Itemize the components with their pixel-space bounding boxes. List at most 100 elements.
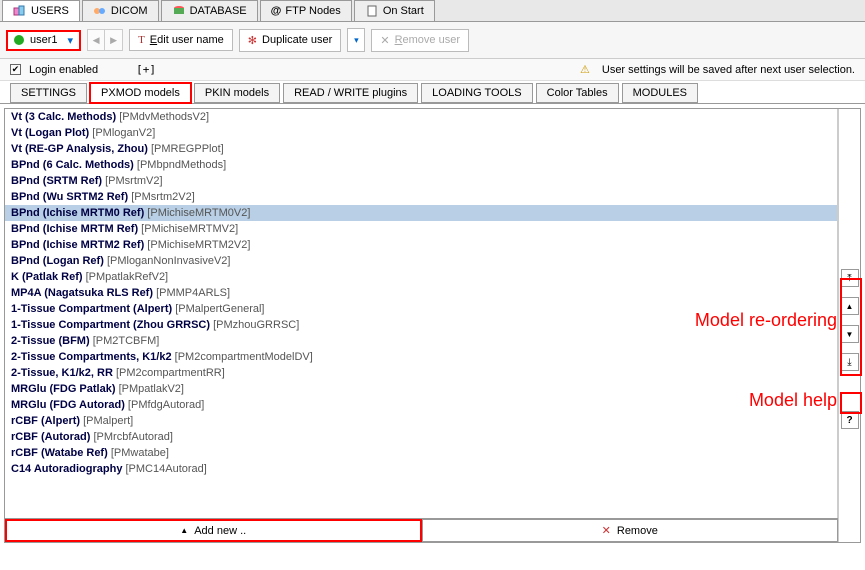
model-code: [PM2compartmentRR] — [116, 367, 225, 379]
model-name: 2-Tissue, K1/k2, RR — [11, 367, 116, 379]
add-new-button[interactable]: ▲ Add new .. — [5, 519, 422, 542]
model-row[interactable]: BPnd (Logan Ref) [PMloganNonInvasiveV2] — [5, 253, 837, 269]
tab-users-label: USERS — [31, 5, 69, 17]
move-top-button[interactable]: ⤒ — [841, 269, 859, 287]
edit-user-name-button[interactable]: T Edit user name — [129, 29, 233, 51]
model-row[interactable]: BPnd (Ichise MRTM Ref) [PMichiseMRTMV2] — [5, 221, 837, 237]
duplicate-user-label: Duplicate user — [262, 34, 332, 46]
model-name: 1-Tissue Compartment (Alpert) — [11, 303, 175, 315]
model-name: BPnd (Ichise MRTM2 Ref) — [11, 239, 147, 251]
model-row[interactable]: BPnd (SRTM Ref) [PMsrtmV2] — [5, 173, 837, 189]
model-row[interactable]: MP4A (Nagatsuka RLS Ref) [PMMP4ARLS] — [5, 285, 837, 301]
subtab-color-tables[interactable]: Color Tables — [536, 83, 619, 103]
model-code: [PMREGPPlot] — [151, 143, 224, 155]
model-row[interactable]: Vt (Logan Plot) [PMloganV2] — [5, 125, 837, 141]
move-bottom-button[interactable]: ⤓ — [841, 353, 859, 371]
subtab-pxmod-models[interactable]: PXMOD models — [90, 83, 191, 103]
tab-database[interactable]: DATABASE — [161, 0, 258, 21]
help-button[interactable]: ? — [841, 411, 859, 429]
model-code: [PMwatabe] — [111, 447, 169, 459]
user-label: user1 — [30, 34, 58, 46]
database-icon — [172, 5, 186, 17]
model-row[interactable]: BPnd (6 Calc. Methods) [PMbpndMethods] — [5, 157, 837, 173]
model-name: Vt (Logan Plot) — [11, 127, 92, 139]
model-code: [PMzhouGRRSC] — [213, 319, 299, 331]
model-code: [PMbpndMethods] — [137, 159, 226, 171]
model-row[interactable]: 2-Tissue Compartments, K1/k2 [PM2compart… — [5, 349, 837, 365]
model-code: [PMpatlakRefV2] — [86, 271, 169, 283]
model-row[interactable]: 1-Tissue Compartment (Alpert) [PMalpertG… — [5, 301, 837, 317]
remove-label: Remove — [617, 525, 658, 537]
model-name: 1-Tissue Compartment (Zhou GRRSC) — [11, 319, 213, 331]
model-row[interactable]: rCBF (Alpert) [PMalpert] — [5, 413, 837, 429]
user-selector[interactable]: user1 ▾ — [6, 30, 81, 51]
model-code: [PMfdgAutorad] — [128, 399, 204, 411]
model-name: rCBF (Autorad) — [11, 431, 94, 443]
model-name: BPnd (Ichise MRTM Ref) — [11, 223, 141, 235]
model-row[interactable]: Vt (3 Calc. Methods) [PMdvMethodsV2] — [5, 109, 837, 125]
duplicate-dropdown[interactable]: ▾ — [347, 28, 365, 52]
warning-message: User settings will be saved after next u… — [602, 64, 855, 76]
model-row[interactable]: 1-Tissue Compartment (Zhou GRRSC) [PMzho… — [5, 317, 837, 333]
model-code: [PMdvMethodsV2] — [119, 111, 209, 123]
subtab-loading-tools[interactable]: LOADING TOOLS — [421, 83, 532, 103]
user-status-dot — [14, 35, 24, 45]
subtab-readwrite-plugins[interactable]: READ / WRITE plugins — [283, 83, 418, 103]
nav-arrows: ◀ ▶ — [87, 29, 123, 51]
model-name: rCBF (Watabe Ref) — [11, 447, 111, 459]
model-row[interactable]: 2-Tissue, K1/k2, RR [PM2compartmentRR] — [5, 365, 837, 381]
model-code: [PMsrtmV2] — [105, 175, 162, 187]
model-row[interactable]: BPnd (Wu SRTM2 Ref) [PMsrtm2V2] — [5, 189, 837, 205]
remove-user-button[interactable]: ✕ Remove user — [371, 29, 469, 52]
expand-button[interactable]: [+] — [136, 63, 156, 76]
model-row[interactable]: Vt (RE-GP Analysis, Zhou) [PMREGPPlot] — [5, 141, 837, 157]
tab-users[interactable]: USERS — [2, 0, 80, 21]
move-up-button[interactable]: ▲ — [841, 297, 859, 315]
model-row[interactable]: C14 Autoradiography [PMC14Autorad] — [5, 461, 837, 477]
subtab-modules[interactable]: MODULES — [622, 83, 698, 103]
main-tabs-bar: USERS DICOM DATABASE @ FTP Nodes On Star… — [0, 0, 865, 22]
prev-user-button[interactable]: ◀ — [87, 29, 105, 51]
model-name: 2-Tissue Compartments, K1/k2 — [11, 351, 175, 363]
duplicate-user-button[interactable]: ✻ Duplicate user — [239, 29, 342, 52]
tab-database-label: DATABASE — [190, 5, 247, 17]
subtab-settings[interactable]: SETTINGS — [10, 83, 87, 103]
login-enabled-checkbox[interactable]: ✔ — [10, 64, 21, 75]
sparkle-icon: ✻ — [248, 34, 257, 47]
model-row[interactable]: MRGlu (FDG Patlak) [PMpatlakV2] — [5, 381, 837, 397]
model-code: [PM2TCBFM] — [93, 335, 160, 347]
dicom-icon — [93, 5, 107, 17]
model-row[interactable]: rCBF (Autorad) [PMrcbfAutorad] — [5, 429, 837, 445]
model-row[interactable]: rCBF (Watabe Ref) [PMwatabe] — [5, 445, 837, 461]
model-row[interactable]: BPnd (Ichise MRTM0 Ref) [PMichiseMRTM0V2… — [5, 205, 837, 221]
model-name: MRGlu (FDG Patlak) — [11, 383, 119, 395]
model-code: [PMloganV2] — [92, 127, 155, 139]
tab-dicom[interactable]: DICOM — [82, 0, 159, 21]
model-code: [PM2compartmentModelDV] — [175, 351, 313, 363]
tab-onstart-label: On Start — [383, 5, 424, 17]
tab-onstart[interactable]: On Start — [354, 0, 435, 21]
login-enabled-label: Login enabled — [29, 64, 98, 76]
model-code: [PMC14Autorad] — [126, 463, 207, 475]
model-code: [PMalpertGeneral] — [175, 303, 264, 315]
remove-button[interactable]: ✕ Remove — [422, 519, 839, 542]
tab-ftp-label: FTP Nodes — [285, 5, 340, 17]
model-name: C14 Autoradiography — [11, 463, 126, 475]
move-down-button[interactable]: ▼ — [841, 325, 859, 343]
text-icon: T — [138, 34, 145, 46]
model-row[interactable]: MRGlu (FDG Autorad) [PMfdgAutorad] — [5, 397, 837, 413]
model-row[interactable]: 2-Tissue (BFM) [PM2TCBFM] — [5, 333, 837, 349]
model-workspace: Vt (3 Calc. Methods) [PMdvMethodsV2]Vt (… — [4, 108, 861, 543]
model-list[interactable]: Vt (3 Calc. Methods) [PMdvMethodsV2]Vt (… — [5, 109, 838, 518]
model-code: [PMrcbfAutorad] — [94, 431, 173, 443]
model-row[interactable]: K (Patlak Ref) [PMpatlakRefV2] — [5, 269, 837, 285]
model-code: [PMichiseMRTM0V2] — [147, 207, 250, 219]
model-name: BPnd (SRTM Ref) — [11, 175, 105, 187]
next-user-button[interactable]: ▶ — [105, 29, 123, 51]
subtab-pkin-models[interactable]: PKIN models — [194, 83, 280, 103]
tab-ftp[interactable]: @ FTP Nodes — [260, 0, 352, 21]
x-icon: ✕ — [380, 34, 389, 47]
x-icon: ✕ — [602, 524, 611, 537]
model-name: K (Patlak Ref) — [11, 271, 86, 283]
model-row[interactable]: BPnd (Ichise MRTM2 Ref) [PMichiseMRTM2V2… — [5, 237, 837, 253]
